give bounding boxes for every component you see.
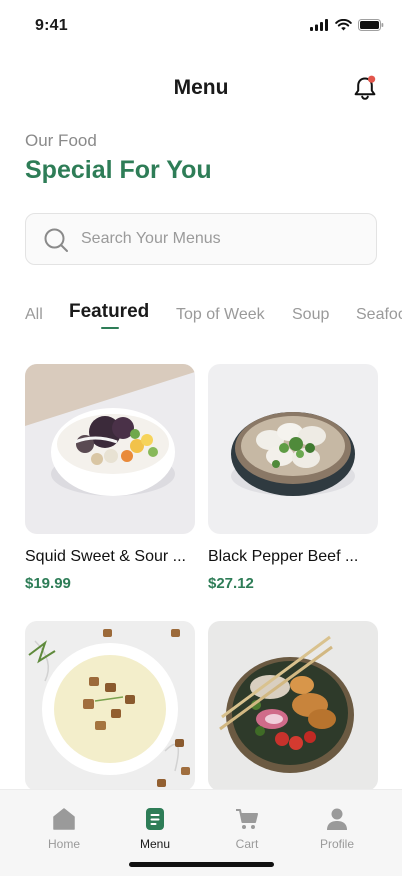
- search-input[interactable]: [81, 214, 361, 264]
- nav-label: Profile: [319, 837, 354, 851]
- dumpling-bowl-photo: [208, 364, 378, 534]
- menu-icon: [146, 808, 164, 830]
- wifi-icon: [335, 19, 352, 31]
- tab-featured[interactable]: Featured: [69, 301, 149, 323]
- cream-soup-photo: [25, 621, 195, 791]
- menu-item-price: $27.12: [208, 575, 254, 592]
- nav-label: Cart: [235, 837, 259, 851]
- section-eyebrow: Our Food: [25, 131, 97, 150]
- category-tabs: All Featured Top of Week Soup Seafood: [25, 298, 402, 338]
- notification-bell-icon[interactable]: [352, 74, 378, 102]
- menu-item-price: $19.99: [25, 575, 71, 592]
- menu-item-card[interactable]: Black Pepper Beef ... $27.12: [208, 364, 378, 592]
- notification-dot: [368, 75, 376, 83]
- nav-item-profile[interactable]: Profile: [297, 806, 377, 851]
- status-bar: 9:41: [0, 0, 402, 50]
- tab-all[interactable]: All: [25, 306, 43, 324]
- poke-bowl-photo: [208, 621, 378, 791]
- menu-item-image[interactable]: [208, 364, 378, 534]
- status-icons: [310, 19, 384, 31]
- nav-item-menu[interactable]: Menu: [115, 806, 195, 851]
- header: Menu: [0, 70, 402, 106]
- home-icon: [53, 808, 75, 830]
- page-title: Menu: [173, 76, 229, 99]
- menu-item-image[interactable]: [25, 364, 195, 534]
- active-tab-indicator: [101, 327, 119, 329]
- profile-icon: [327, 808, 347, 830]
- tab-top-of-week[interactable]: Top of Week: [176, 306, 265, 324]
- search-bar[interactable]: [25, 213, 377, 265]
- menu-item-name: Squid Sweet & Sour ...: [25, 548, 186, 565]
- battery-icon: [358, 19, 384, 31]
- menu-item-card[interactable]: [25, 621, 195, 791]
- nav-label: Menu: [139, 837, 171, 851]
- section-headline: Special For You: [25, 156, 212, 184]
- tab-soup[interactable]: Soup: [292, 306, 329, 324]
- menu-item-image[interactable]: [208, 621, 378, 791]
- menu-item-name: Black Pepper Beef ...: [208, 548, 359, 565]
- menu-item-image[interactable]: [25, 621, 195, 791]
- home-indicator: [129, 862, 274, 867]
- menu-item-card[interactable]: Squid Sweet & Sour ... $19.99: [25, 364, 195, 592]
- nav-item-cart[interactable]: Cart: [207, 806, 287, 851]
- tab-seafood[interactable]: Seafood: [356, 306, 402, 324]
- nav-label: Home: [47, 837, 80, 851]
- signal-icon: [310, 19, 328, 31]
- status-time: 9:41: [35, 17, 68, 34]
- nav-item-home[interactable]: Home: [24, 806, 104, 851]
- menu-item-card[interactable]: [208, 621, 378, 791]
- cart-icon: [236, 809, 258, 829]
- rice-bowl-photo: [25, 364, 195, 534]
- search-icon: [44, 228, 68, 252]
